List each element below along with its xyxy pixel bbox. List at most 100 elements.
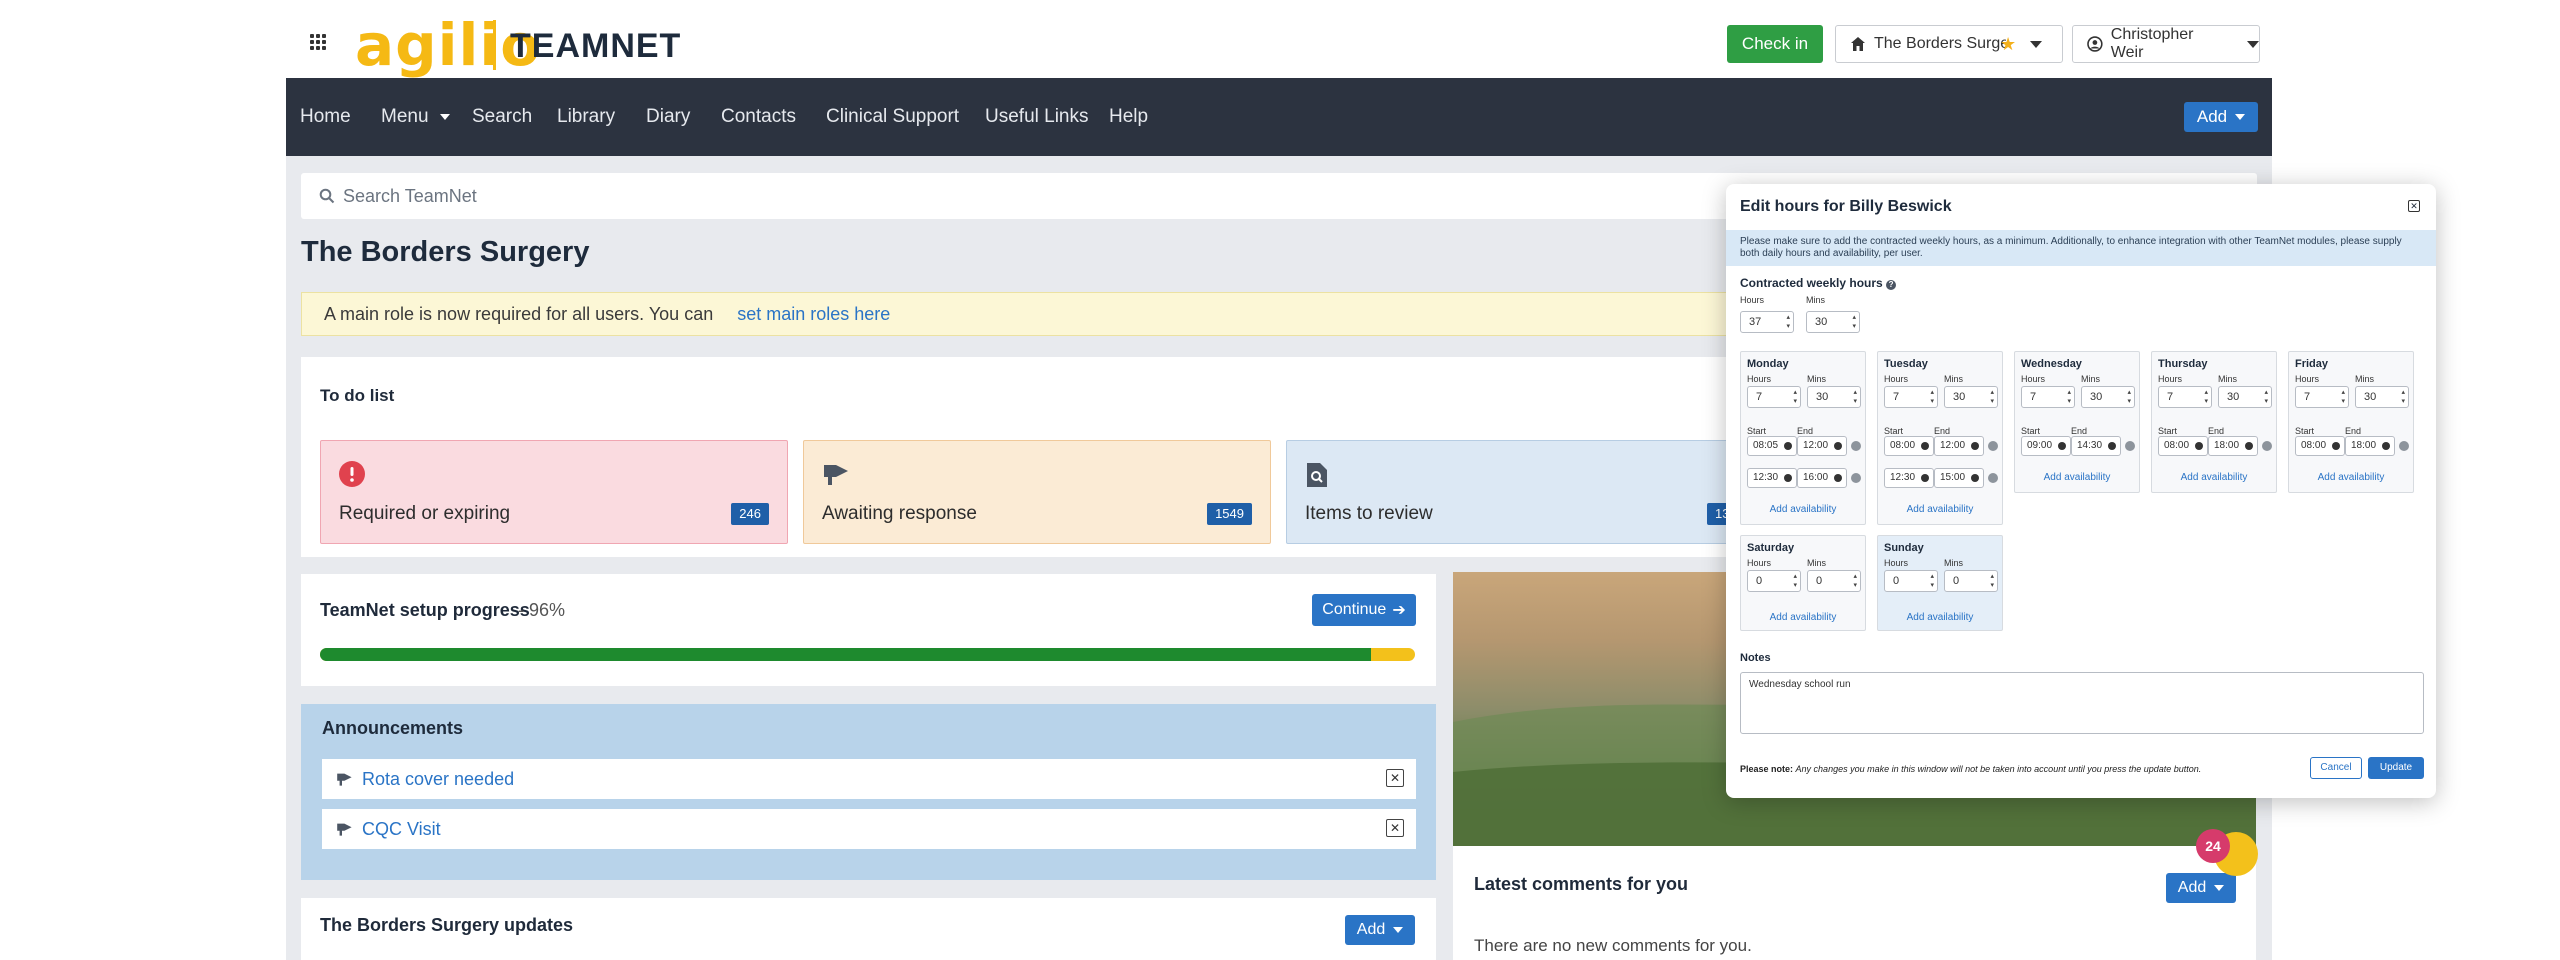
remove-slot-icon[interactable] — [1988, 473, 1998, 483]
add-availability-link[interactable]: Add availability — [2289, 472, 2413, 483]
nav-library[interactable]: Library — [557, 78, 615, 156]
add-availability-link[interactable]: Add availability — [2015, 472, 2139, 483]
comments-add-button[interactable]: Add — [2166, 873, 2236, 903]
start-time-input[interactable]: 08:05 — [1747, 436, 1797, 456]
nav-menu[interactable]: Menu — [381, 78, 450, 156]
search-placeholder: Search TeamNet — [343, 185, 477, 206]
end-time-input[interactable]: 14:30 — [2071, 436, 2121, 456]
update-button[interactable]: Update — [2368, 757, 2424, 779]
check-in-button[interactable]: Check in — [1727, 25, 1823, 63]
end-time-input[interactable]: 16:00 — [1797, 468, 1847, 488]
end-time-input[interactable]: 18:00 — [2208, 436, 2258, 456]
remove-slot-icon[interactable] — [1988, 441, 1998, 451]
dismiss-icon[interactable]: ✕ — [1386, 769, 1404, 787]
remove-slot-icon[interactable] — [1851, 473, 1861, 483]
remove-slot-icon[interactable] — [2399, 441, 2409, 451]
clock-icon — [2195, 442, 2203, 450]
remove-slot-icon[interactable] — [2125, 441, 2135, 451]
nav-clinical-support[interactable]: Clinical Support — [826, 78, 959, 156]
end-time-input[interactable]: 18:00 — [2345, 436, 2395, 456]
end-label: End — [1934, 426, 1951, 436]
day-hours-stepper[interactable]: 7 — [2295, 386, 2349, 408]
day-hours-stepper[interactable]: 7 — [2158, 386, 2212, 408]
teamnet-logo[interactable]: TEAMNET — [510, 24, 681, 68]
end-time-input[interactable]: 12:00 — [1797, 436, 1847, 456]
todo-card-required[interactable]: Required or expiring 246 — [320, 440, 788, 544]
start-time-input[interactable]: 12:30 — [1747, 468, 1797, 488]
announcement-title[interactable]: Rota cover needed — [362, 769, 514, 790]
set-main-roles-link[interactable]: set main roles here — [737, 304, 890, 325]
todo-card-awaiting[interactable]: Awaiting response 1549 — [803, 440, 1271, 544]
megaphone-icon — [337, 823, 352, 836]
chevron-down-icon — [439, 113, 450, 120]
contracted-mins-stepper[interactable]: 30 — [1806, 311, 1860, 333]
end-time-input[interactable]: 15:00 — [1934, 468, 1984, 488]
add-availability-link[interactable]: Add availability — [1878, 612, 2002, 623]
day-hours-stepper[interactable]: 7 — [2021, 386, 2075, 408]
continue-button[interactable]: Continue ➔ — [1312, 594, 1416, 626]
day-card-tuesday: Tuesday Hours Mins 7 30 Start End 08:00 12:00 12:… — [1877, 351, 2003, 525]
favourite-star-icon[interactable]: ★ — [2000, 34, 2016, 55]
remove-slot-icon[interactable] — [1851, 441, 1861, 451]
help-icon[interactable]: ? — [1886, 280, 1897, 290]
day-card-monday: Monday Hours Mins 7 30 Start End 08:05 12:00 12:3… — [1740, 351, 1866, 525]
announcement-title[interactable]: CQC Visit — [362, 819, 441, 840]
announcement-item[interactable]: Rota cover needed ✕ — [322, 759, 1416, 799]
clock-icon — [1921, 442, 1929, 450]
day-hours-stepper[interactable]: 7 — [1884, 386, 1938, 408]
start-time-input[interactable]: 12:30 — [1884, 468, 1934, 488]
contracted-hours-stepper[interactable]: 37 — [1740, 311, 1794, 333]
clock-icon — [1784, 442, 1792, 450]
nav-diary[interactable]: Diary — [646, 78, 690, 156]
announcement-item[interactable]: CQC Visit ✕ — [322, 809, 1416, 849]
day-mins-stepper[interactable]: 30 — [2355, 386, 2409, 408]
nav-search[interactable]: Search — [472, 78, 532, 156]
nav-home[interactable]: Home — [300, 78, 351, 156]
document-search-icon — [1307, 463, 1327, 487]
main-nav: Home Menu Search Library Diary Contacts … — [286, 78, 2272, 156]
day-hours-stepper[interactable]: 0 — [1747, 570, 1801, 592]
apps-grid-icon[interactable] — [310, 34, 326, 50]
nav-add-button[interactable]: Add — [2184, 102, 2258, 132]
day-mins-stepper[interactable]: 0 — [1807, 570, 1861, 592]
mins-label: Mins — [1807, 558, 1827, 568]
add-availability-link[interactable]: Add availability — [2152, 472, 2276, 483]
close-icon[interactable]: ✕ — [2408, 200, 2420, 212]
setup-progress-title: TeamNet setup progress — [320, 600, 530, 620]
add-availability-link[interactable]: Add availability — [1878, 504, 2002, 515]
day-mins-stepper[interactable]: 30 — [1807, 386, 1861, 408]
notes-textarea[interactable]: Wednesday school run — [1740, 672, 2424, 734]
day-mins-stepper[interactable]: 30 — [2081, 386, 2135, 408]
start-time-input[interactable]: 08:00 — [2158, 436, 2208, 456]
day-card-wednesday: Wednesday Hours Mins 7 30 Start End 09:00 14:30 A… — [2014, 351, 2140, 493]
end-time-value: 14:30 — [2077, 440, 2103, 451]
remove-slot-icon[interactable] — [2262, 441, 2272, 451]
nav-contacts[interactable]: Contacts — [721, 78, 796, 156]
dismiss-icon[interactable]: ✕ — [1386, 819, 1404, 837]
nav-useful-links[interactable]: Useful Links — [985, 78, 1089, 156]
end-time-value: 15:00 — [1940, 472, 1966, 483]
nav-help[interactable]: Help — [1109, 78, 1148, 156]
site-selector[interactable]: The Borders Surgery ★ — [1835, 25, 2063, 63]
user-name: Christopher Weir — [2110, 26, 2194, 61]
notice-text: A main role is now required for all user… — [324, 303, 714, 324]
todo-title: To do list — [320, 386, 395, 405]
day-mins-stepper[interactable]: 30 — [2218, 386, 2272, 408]
start-time-input[interactable]: 09:00 — [2021, 436, 2071, 456]
start-time-input[interactable]: 08:00 — [2295, 436, 2345, 456]
day-mins-stepper[interactable]: 30 — [1944, 386, 1998, 408]
day-hours-stepper[interactable]: 7 — [1747, 386, 1801, 408]
end-time-value: 12:00 — [1803, 440, 1829, 451]
add-availability-link[interactable]: Add availability — [1741, 504, 1865, 515]
day-hours-stepper[interactable]: 0 — [1884, 570, 1938, 592]
updates-add-button[interactable]: Add — [1345, 915, 1415, 945]
day-mins-stepper[interactable]: 0 — [1944, 570, 1998, 592]
end-time-input[interactable]: 12:00 — [1934, 436, 1984, 456]
card-count-badge: 246 — [731, 503, 769, 525]
add-availability-link[interactable]: Add availability — [1741, 612, 1865, 623]
cancel-button[interactable]: Cancel — [2310, 757, 2362, 779]
todo-card-review[interactable]: Items to review 13 — [1286, 440, 1741, 544]
chevron-down-icon — [1393, 927, 1404, 933]
user-menu[interactable]: Christopher Weir — [2072, 25, 2260, 63]
start-time-input[interactable]: 08:00 — [1884, 436, 1934, 456]
